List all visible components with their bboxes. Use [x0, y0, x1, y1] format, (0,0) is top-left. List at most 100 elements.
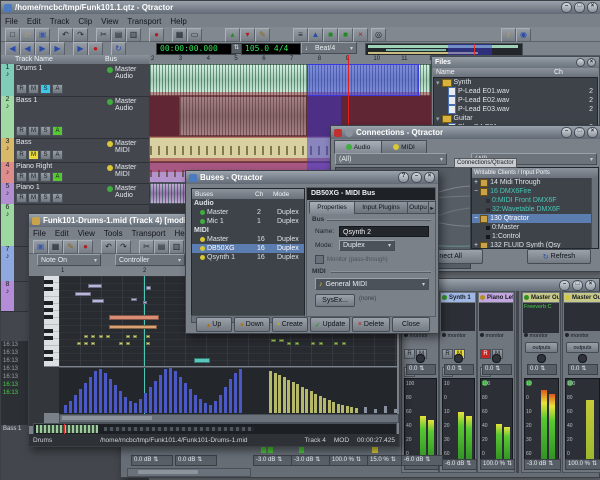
- velocity-bar[interactable]: [159, 375, 162, 413]
- audio-file-icon[interactable]: ◉: [516, 28, 531, 42]
- maximize-button[interactable]: □: [572, 280, 583, 291]
- automation-button[interactable]: A: [52, 126, 63, 136]
- client-row[interactable]: −130 Qtractor: [472, 214, 598, 223]
- velocity-bar[interactable]: [355, 408, 358, 413]
- velocity-bar[interactable]: [104, 373, 107, 413]
- mixer-scrollbar[interactable]: [127, 468, 251, 477]
- track-number-cell[interactable]: 5♪: [1, 183, 14, 204]
- tab-input-plugins[interactable]: Input Plugins: [354, 201, 408, 214]
- minimize-button[interactable]: –: [561, 2, 572, 13]
- undo-icon[interactable]: ↶: [58, 28, 73, 42]
- velocity-lane[interactable]: [59, 367, 397, 414]
- velocity-bar[interactable]: [144, 393, 147, 413]
- velocity-bar[interactable]: [79, 389, 82, 413]
- solo-button[interactable]: S: [40, 150, 51, 160]
- value-type-combo[interactable]: Controller▾: [115, 254, 185, 266]
- track-row[interactable]: 4♪ Piano Right RMSA MasterMIDI: [1, 162, 149, 184]
- redo-icon[interactable]: ↷: [116, 240, 131, 254]
- midi-note[interactable]: [146, 286, 151, 290]
- port-row[interactable]: 0:Master: [472, 223, 598, 232]
- gain-spin[interactable]: 0.0⇅: [406, 364, 436, 375]
- black-key[interactable]: [44, 336, 53, 340]
- velocity-bar[interactable]: [209, 405, 212, 413]
- track-row[interactable]: 2♪ Bass 1 RMSA MasterAudio: [1, 96, 149, 139]
- velocity-bar[interactable]: [119, 391, 122, 413]
- menu-view[interactable]: View: [78, 229, 95, 238]
- close-button[interactable]: ×: [587, 127, 598, 138]
- velocity-bar[interactable]: [229, 379, 232, 413]
- velocity-bar[interactable]: [214, 401, 217, 413]
- file-row[interactable]: P-Lead E02.wav2: [434, 96, 597, 105]
- port-row[interactable]: 1:Control: [472, 232, 598, 241]
- menu-clip[interactable]: Clip: [78, 17, 92, 26]
- velocity-bar[interactable]: [332, 402, 335, 413]
- midi-note[interactable]: [126, 342, 130, 345]
- midi-note[interactable]: [319, 342, 323, 345]
- menu-transport[interactable]: Transport: [132, 229, 166, 238]
- save-session-icon[interactable]: ▣: [35, 28, 50, 42]
- velocity-bar[interactable]: [274, 373, 277, 413]
- midi-note[interactable]: [91, 342, 95, 345]
- velocity-bar[interactable]: [219, 395, 222, 413]
- velocity-bar[interactable]: [296, 384, 299, 413]
- midi-note[interactable]: [279, 339, 284, 342]
- open-session-icon[interactable]: ▱: [20, 28, 35, 42]
- velocity-bar[interactable]: [109, 379, 112, 413]
- black-key[interactable]: [44, 308, 53, 312]
- paste-icon[interactable]: ▥: [126, 28, 141, 42]
- velocity-bar[interactable]: [139, 399, 142, 413]
- undo-icon[interactable]: ↶: [101, 240, 116, 254]
- pan-knob[interactable]: [454, 354, 463, 363]
- track-row[interactable]: 1♪ Drums 1 RMSA MasterAudio: [1, 64, 149, 97]
- velocity-bar[interactable]: [134, 403, 137, 413]
- solo-button[interactable]: S: [40, 172, 51, 182]
- import-midi-icon[interactable]: ▾: [240, 28, 255, 42]
- mute-button[interactable]: M: [28, 150, 39, 160]
- plugin-list[interactable]: [441, 303, 475, 331]
- midi-note[interactable]: [311, 342, 315, 345]
- tab-output-plugins[interactable]: Outpu: [407, 201, 429, 214]
- refresh-button[interactable]: ↻Refresh: [527, 249, 591, 264]
- midi-note[interactable]: [334, 342, 338, 345]
- record-button[interactable]: R: [16, 172, 27, 182]
- minimize-button[interactable]: –: [559, 280, 570, 291]
- velocity-bar[interactable]: [89, 377, 92, 413]
- checkbox[interactable]: [315, 255, 324, 264]
- track-number-cell[interactable]: 3♪: [1, 138, 14, 162]
- save-icon[interactable]: ▣: [33, 240, 48, 254]
- velocity-bar[interactable]: [287, 380, 290, 413]
- midi-note[interactable]: [75, 292, 91, 296]
- midi-note[interactable]: [342, 342, 346, 345]
- velocity-bar[interactable]: [269, 371, 272, 413]
- midi-note[interactable]: [131, 298, 137, 301]
- midi-note[interactable]: [146, 342, 150, 345]
- delete-icon[interactable]: ●: [149, 28, 164, 42]
- black-key[interactable]: [44, 287, 53, 291]
- black-key[interactable]: [44, 350, 53, 354]
- velocity-bar[interactable]: [84, 383, 87, 413]
- output-filter-combo[interactable]: (All)▾: [335, 153, 447, 165]
- solo-button[interactable]: S: [40, 193, 51, 203]
- velocity-bar[interactable]: [124, 397, 127, 413]
- velocity-bar[interactable]: [301, 387, 304, 413]
- track-row[interactable]: 5♪ Piano 1 RMSA MasterAudio: [1, 183, 149, 205]
- velocity-bar[interactable]: [337, 404, 340, 413]
- midi-note[interactable]: [109, 315, 159, 320]
- close-button[interactable]: ×: [424, 172, 435, 183]
- tab-midi[interactable]: MIDI: [381, 140, 427, 154]
- buses-titlebar[interactable]: Buses - Qtractor ?–×: [186, 171, 438, 184]
- black-key[interactable]: [44, 315, 53, 319]
- plugin-list[interactable]: [564, 303, 600, 331]
- midi-note[interactable]: [133, 335, 137, 338]
- close-button[interactable]: Close: [392, 317, 430, 332]
- files-titlebar[interactable]: Files ×: [432, 57, 599, 68]
- mode-combo[interactable]: Duplex▾: [339, 240, 395, 251]
- monitor-checkbox-row[interactable]: Monitor (pass-through): [315, 255, 388, 264]
- create-button[interactable]: ▪Create: [272, 317, 308, 332]
- instrument-combo[interactable]: ♪General MIDI▾: [315, 278, 429, 290]
- midi-note[interactable]: [119, 342, 123, 345]
- bus-group-row[interactable]: MIDI: [192, 226, 304, 235]
- track-number-cell[interactable]: 1♪: [1, 64, 14, 96]
- record-icon[interactable]: ●: [88, 42, 103, 56]
- time-display[interactable]: 00:00:00.000: [156, 43, 236, 55]
